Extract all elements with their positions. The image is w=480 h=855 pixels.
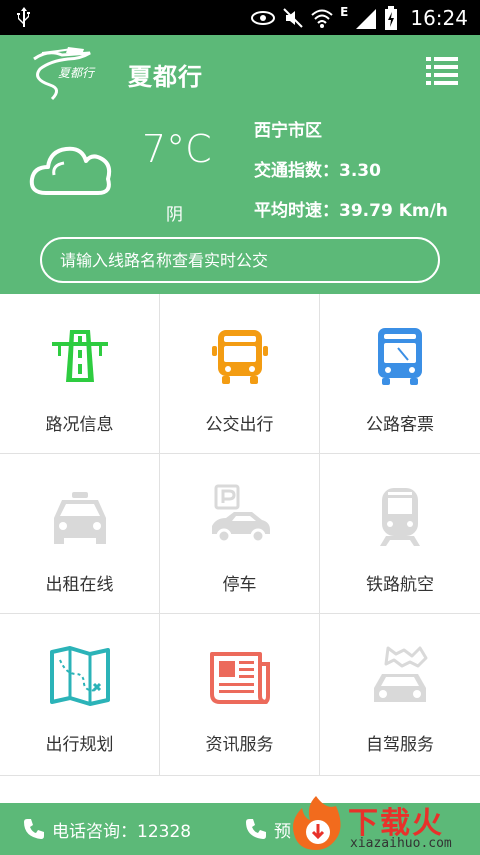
app-screen: E 16:24 夏都行 夏都行 7°C 阴 西宁市区 交通指数：3.30 平均时… (0, 0, 480, 855)
mute-icon (283, 7, 303, 28)
tile-label: 出租在线 (45, 575, 114, 595)
app-logo: 夏都行 (33, 47, 96, 101)
tile-label: 停车 (222, 575, 257, 595)
weather-description: 阴 (166, 205, 183, 225)
phone-icon (24, 819, 44, 839)
self-drive-icon (374, 646, 428, 702)
tile-label: 出行规划 (45, 735, 114, 755)
tile-label: 公路客票 (366, 415, 434, 435)
app-title: 夏都行 (128, 63, 203, 91)
parking-icon (211, 484, 270, 544)
wifi-icon (311, 9, 333, 28)
watermark-url: xiazaihuo.com (350, 836, 452, 851)
tile-label: 铁路航空 (366, 575, 434, 595)
phone-consult-button[interactable]: 电话咨询：12328 (22, 816, 191, 842)
bus-icon (211, 330, 268, 384)
tile-trip-planning[interactable]: 出行规划 (0, 614, 160, 776)
tile-label: 资讯服务 (205, 735, 274, 755)
service-grid: 路况信息 公交出行 公路客票 出租在线 停车 铁路航空 出行规划 资讯服务 自驾… (0, 294, 480, 776)
signal-icon (356, 8, 377, 29)
tile-parking[interactable]: 停车 (160, 454, 320, 614)
clock: 16:24 (410, 5, 468, 30)
eye-icon (251, 10, 276, 25)
menu-button[interactable] (426, 55, 458, 85)
tile-label: 自驾服务 (366, 735, 434, 755)
taxi-icon (53, 492, 106, 544)
tile-self-drive[interactable]: 自驾服务 (320, 614, 480, 776)
temperature: 7°C (142, 127, 212, 171)
logo-text: 夏都行 (58, 66, 96, 80)
watermark: 下载火 xiazaihuo.com (280, 790, 480, 855)
phone-consult-label: 电话咨询：12328 (52, 821, 192, 842)
news-icon (209, 652, 270, 704)
tile-road-info[interactable]: 路况信息 (0, 294, 160, 454)
average-speed: 平均时速：39.79 Km/h (254, 201, 448, 221)
flame-logo-icon (293, 796, 341, 850)
tile-news[interactable]: 资讯服务 (160, 614, 320, 776)
phone-icon (246, 819, 266, 839)
tile-taxi[interactable]: 出租在线 (0, 454, 160, 614)
district-label: 西宁市区 (254, 121, 322, 141)
status-bar: E 16:24 (0, 0, 480, 35)
map-icon (49, 646, 110, 706)
tile-coach-ticket[interactable]: 公路客票 (320, 294, 480, 454)
cloud-icon (29, 146, 112, 195)
usb-icon (17, 7, 30, 27)
network-type-label: E (340, 4, 349, 19)
tile-bus[interactable]: 公交出行 (160, 294, 320, 454)
tile-rail-air[interactable]: 铁路航空 (320, 454, 480, 614)
train-icon (380, 488, 420, 546)
route-search-input[interactable] (40, 237, 440, 283)
road-icon (51, 330, 108, 382)
header-panel: 夏都行 夏都行 7°C 阴 西宁市区 交通指数：3.30 平均时速：39.79 … (0, 35, 480, 294)
traffic-index: 交通指数：3.30 (254, 161, 381, 181)
battery-icon (385, 5, 398, 30)
coach-icon (378, 328, 422, 385)
traffic-info: 西宁市区 交通指数：3.30 平均时速：39.79 Km/h (254, 117, 448, 237)
tile-label: 路况信息 (45, 415, 114, 435)
tile-label: 公交出行 (205, 415, 274, 435)
